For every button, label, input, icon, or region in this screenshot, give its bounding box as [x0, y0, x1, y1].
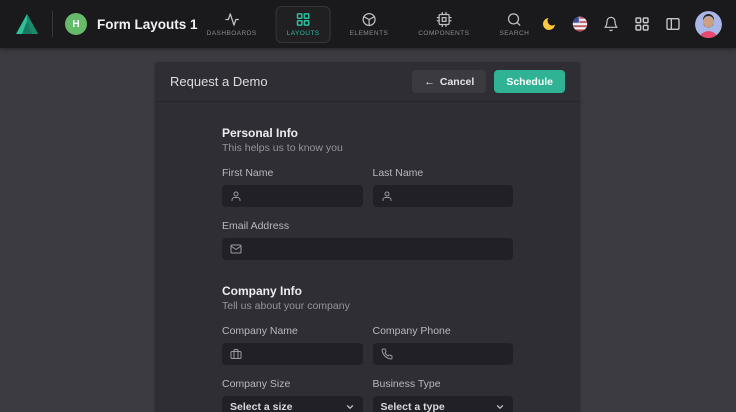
company-size-value: Select a size: [230, 401, 292, 412]
nav-item-label: LAYOUTS: [287, 30, 320, 37]
last-name-field: Last Name: [373, 167, 514, 207]
layout-sidebar-icon: [665, 16, 681, 32]
chevron-down-icon: [495, 402, 505, 412]
nav-item-elements[interactable]: ELEMENTS: [339, 6, 400, 43]
brand-area: H: [14, 11, 87, 37]
business-type-select[interactable]: Select a type: [373, 396, 514, 412]
section-title: Personal Info: [222, 126, 513, 140]
nav-item-dashboards[interactable]: DASHBOARDS: [196, 6, 268, 43]
app-logo-icon[interactable]: [14, 11, 40, 37]
moon-icon: [541, 16, 557, 32]
last-name-label: Last Name: [373, 167, 514, 179]
main-navigation: DASHBOARDS LAYOUTS ELEMENTS COMPONENTS S…: [196, 0, 541, 48]
nav-item-layouts[interactable]: LAYOUTS: [276, 6, 331, 43]
last-name-input[interactable]: [373, 185, 514, 207]
sidebar-toggle-button[interactable]: [664, 15, 682, 33]
demo-form: Personal Info This helps us to know you …: [155, 102, 580, 412]
apps-menu-button[interactable]: [633, 15, 651, 33]
person-icon: [230, 190, 242, 202]
company-size-select[interactable]: Select a size: [222, 396, 363, 412]
apps-grid-icon: [634, 16, 650, 32]
search-icon: [507, 12, 522, 27]
card-header: Request a Demo ← Cancel Schedule: [155, 62, 580, 102]
content-area: Request a Demo ← Cancel Schedule Persona…: [0, 48, 736, 412]
box-icon: [361, 12, 376, 27]
language-selector[interactable]: [571, 15, 589, 33]
nav-item-components[interactable]: COMPONENTS: [407, 6, 480, 43]
cancel-button-label: Cancel: [440, 76, 474, 88]
business-type-field: Business Type Select a type: [373, 378, 514, 412]
form-row: Company Name Company Phone: [222, 325, 513, 365]
email-address-input[interactable]: [222, 238, 513, 260]
company-size-label: Company Size: [222, 378, 363, 390]
first-name-field: First Name: [222, 167, 363, 207]
company-phone-label: Company Phone: [373, 325, 514, 337]
section-subtitle: This helps us to know you: [222, 142, 513, 154]
briefcase-icon: [230, 348, 242, 360]
user-avatar[interactable]: [695, 11, 722, 38]
card-actions: ← Cancel Schedule: [412, 70, 565, 93]
navbar-actions: [540, 11, 722, 38]
cancel-button[interactable]: ← Cancel: [412, 70, 486, 93]
company-info-section: Company Info Tell us about your company …: [222, 284, 513, 412]
company-phone-input[interactable]: [373, 343, 514, 365]
grid-icon: [296, 12, 311, 27]
first-name-input[interactable]: [222, 185, 363, 207]
nav-item-search[interactable]: SEARCH: [488, 6, 540, 43]
activity-icon: [224, 12, 239, 27]
nav-item-label: COMPONENTS: [418, 30, 469, 37]
nav-item-label: ELEMENTS: [350, 30, 389, 37]
notifications-button[interactable]: [602, 15, 620, 33]
first-name-label: First Name: [222, 167, 363, 179]
company-phone-field: Company Phone: [373, 325, 514, 365]
request-demo-card: Request a Demo ← Cancel Schedule Persona…: [155, 62, 580, 412]
page-title: Form Layouts 1: [97, 17, 198, 32]
company-size-field: Company Size Select a size: [222, 378, 363, 412]
form-row: Company Size Select a size Business Type…: [222, 378, 513, 412]
company-name-label: Company Name: [222, 325, 363, 337]
card-title: Request a Demo: [170, 74, 268, 89]
app-badge: H: [65, 13, 87, 35]
cpu-icon: [436, 12, 451, 27]
form-row: First Name Last Name: [222, 167, 513, 207]
company-name-field: Company Name: [222, 325, 363, 365]
schedule-button[interactable]: Schedule: [494, 70, 565, 93]
section-title: Company Info: [222, 284, 513, 298]
email-address-field: Email Address: [222, 220, 513, 260]
mail-icon: [230, 243, 242, 255]
top-navbar: H Form Layouts 1 DASHBOARDS LAYOUTS ELEM…: [0, 0, 736, 48]
personal-info-section: Personal Info This helps us to know you …: [222, 126, 513, 260]
company-name-input[interactable]: [222, 343, 363, 365]
form-row: Email Address: [222, 220, 513, 260]
section-subtitle: Tell us about your company: [222, 300, 513, 312]
email-address-label: Email Address: [222, 220, 513, 232]
phone-icon: [381, 348, 393, 360]
nav-item-label: SEARCH: [499, 30, 529, 37]
bell-icon: [603, 16, 619, 32]
avatar-image: [695, 11, 722, 38]
chevron-down-icon: [345, 402, 355, 412]
theme-toggle-button[interactable]: [540, 15, 558, 33]
us-flag-icon: [572, 16, 588, 32]
navbar-divider: [52, 11, 53, 37]
business-type-label: Business Type: [373, 378, 514, 390]
nav-item-label: DASHBOARDS: [207, 30, 257, 37]
person-icon: [381, 190, 393, 202]
left-arrow-icon: ←: [424, 76, 435, 88]
business-type-value: Select a type: [381, 401, 445, 412]
